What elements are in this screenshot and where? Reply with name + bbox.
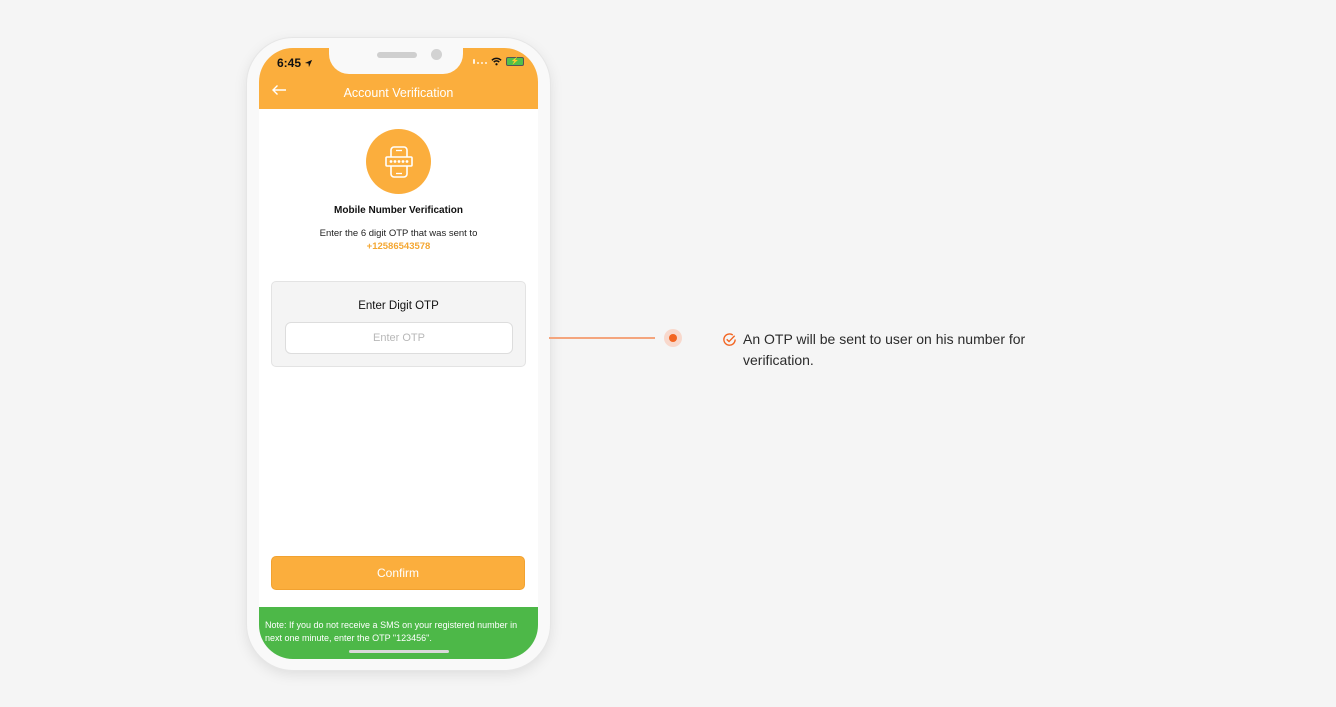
otp-label: Enter Digit OTP (358, 300, 439, 312)
verification-instruction: Enter the 6 digit OTP that was sent to (319, 228, 478, 239)
wifi-icon (491, 57, 502, 66)
status-time: 6:45 (277, 56, 313, 70)
location-arrow-icon (305, 59, 313, 68)
otp-card: Enter Digit OTP (271, 281, 526, 367)
signal-icon (473, 59, 487, 64)
home-indicator (349, 650, 449, 653)
callout-marker-dot (664, 329, 682, 347)
status-time-text: 6:45 (277, 56, 302, 70)
speaker-grille (377, 52, 417, 58)
confirm-button[interactable]: Confirm (271, 556, 525, 590)
app-header: 6:45 ⚡ Account Verification (259, 48, 538, 109)
front-camera (431, 49, 442, 60)
callout-connector-line (549, 337, 655, 339)
phone-otp-icon (366, 129, 431, 194)
callout-text: An OTP will be sent to user on his numbe… (743, 331, 1026, 368)
phone-screen: 6:45 ⚡ Account Verification Mobile Numbe… (259, 48, 538, 659)
callout: An OTP will be sent to user on his numbe… (722, 329, 1062, 371)
battery-charging-icon: ⚡ (506, 57, 524, 66)
status-icons: ⚡ (473, 57, 524, 66)
verification-heading: Mobile Number Verification (334, 205, 463, 216)
phone-notch (329, 48, 463, 74)
phone-number: +12586543578 (366, 241, 431, 252)
page-title: Account Verification (343, 86, 454, 100)
otp-input[interactable] (285, 322, 513, 354)
check-circle-icon (723, 333, 736, 346)
